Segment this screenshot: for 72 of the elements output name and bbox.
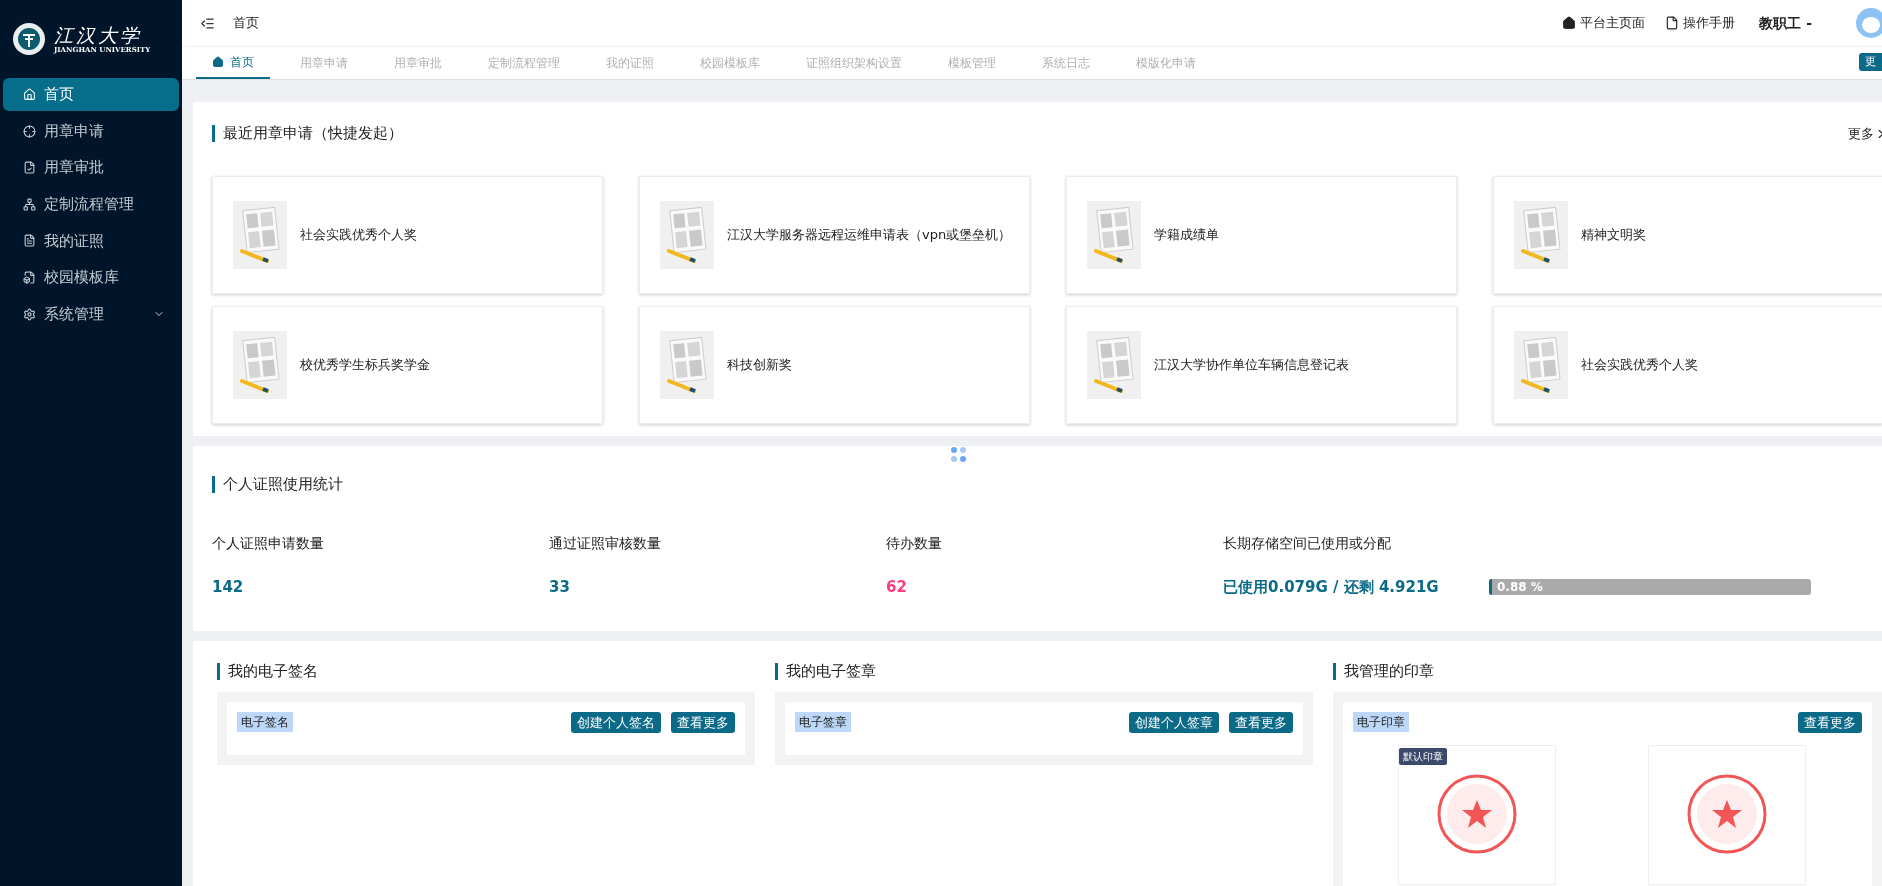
- section-title: 我管理的印章: [1333, 662, 1882, 680]
- header-link[interactable]: 操作手册: [1665, 13, 1736, 33]
- template-document-icon: [233, 200, 287, 269]
- breadcrumb: 首页: [233, 14, 259, 33]
- page-tab[interactable]: 首页: [196, 46, 270, 79]
- stat-label: 待办数量: [886, 533, 942, 553]
- university-emblem-icon: [12, 22, 46, 56]
- template-document-icon: [660, 200, 714, 269]
- template-card[interactable]: 校优秀学生标兵奖学金: [212, 305, 603, 424]
- sidebar-item[interactable]: 我的证照: [3, 224, 179, 258]
- more-button[interactable]: 更: [1859, 52, 1882, 72]
- default-badge: 默认印章: [1399, 748, 1447, 765]
- stat-value: 142: [212, 576, 244, 598]
- document-icon: [23, 234, 36, 248]
- template-card[interactable]: 江汉大学服务器远程运维申请表（vpn或堡垒机）: [639, 175, 1030, 294]
- avatar-icon[interactable]: [1856, 8, 1882, 38]
- template-card[interactable]: 学籍成绩单: [1066, 175, 1457, 294]
- section-title: 个人证照使用统计: [212, 475, 1870, 493]
- panel-tag: 电子签章: [795, 711, 851, 732]
- action-button[interactable]: 查看更多: [671, 711, 735, 733]
- action-button[interactable]: 查看更多: [1798, 711, 1862, 733]
- sidebar-item[interactable]: 校园模板库: [3, 260, 179, 294]
- template-document-icon: [1514, 200, 1568, 269]
- document-check-icon: [23, 161, 36, 175]
- template-icon: [23, 270, 36, 284]
- seal-card[interactable]: [1648, 745, 1806, 885]
- template-document-icon: [1087, 330, 1141, 399]
- section-title: 最近用章申请（快捷发起）: [212, 125, 403, 143]
- seal-card[interactable]: 默认印章: [1398, 745, 1556, 885]
- stat-label: 长期存储空间已使用或分配: [1223, 533, 1391, 553]
- stat-value: 62: [886, 576, 907, 598]
- sidebar-item[interactable]: 定制流程管理: [3, 187, 179, 221]
- panel-tag: 电子签名: [237, 711, 293, 732]
- progress-reading: 0.88 %: [1497, 578, 1543, 595]
- storage-usage: 已使用0.079G / 还剩 4.921G: [1223, 576, 1440, 598]
- template-document-icon: [233, 330, 287, 399]
- section-title: 我的电子签名: [217, 662, 755, 680]
- seal-icon: [1435, 772, 1519, 856]
- menu-icon[interactable]: [200, 15, 215, 31]
- target-icon: [23, 124, 36, 138]
- template-document-icon: [1514, 330, 1568, 399]
- stat-label: 通过证照审核数量: [549, 533, 661, 553]
- sidebar-item[interactable]: 系统管理: [3, 297, 179, 331]
- template-card[interactable]: 社会实践优秀个人奖: [212, 175, 603, 294]
- user-name[interactable]: 教职工 -: [1759, 12, 1812, 34]
- template-card[interactable]: 科技创新奖: [639, 305, 1030, 424]
- settings-icon: [23, 307, 36, 321]
- stat-value: 33: [549, 576, 570, 598]
- stat-label: 个人证照申请数量: [212, 533, 324, 553]
- action-button[interactable]: 查看更多: [1229, 711, 1293, 733]
- template-card[interactable]: 社会实践优秀个人奖: [1493, 305, 1882, 424]
- action-button[interactable]: 创建个人签章: [1129, 711, 1219, 733]
- document-icon: [1665, 16, 1680, 30]
- sidebar-item[interactable]: 用章审批: [3, 151, 179, 185]
- flow-icon: [23, 197, 36, 211]
- home-icon: [23, 88, 36, 101]
- template-card[interactable]: 精神文明奖: [1493, 175, 1882, 294]
- home-icon: [212, 55, 224, 68]
- panel-tag: 电子印章: [1353, 711, 1409, 732]
- sidebar-item[interactable]: 首页: [3, 78, 179, 111]
- header-link[interactable]: 平台主页面: [1562, 13, 1646, 33]
- section-title: 我的电子签章: [775, 662, 1313, 680]
- action-button[interactable]: 创建个人签名: [571, 711, 661, 733]
- loading-icon: [950, 445, 968, 464]
- seal-icon: [1685, 772, 1769, 856]
- logo-name: 江汉大学: [54, 24, 143, 45]
- template-document-icon: [660, 330, 714, 399]
- more-link[interactable]: 更多: [1848, 124, 1882, 144]
- home-icon: [1562, 16, 1577, 30]
- sidebar-item[interactable]: 用章申请: [3, 114, 179, 148]
- template-document-icon: [1087, 200, 1141, 269]
- template-card[interactable]: 江汉大学协作单位车辆信息登记表: [1066, 305, 1457, 424]
